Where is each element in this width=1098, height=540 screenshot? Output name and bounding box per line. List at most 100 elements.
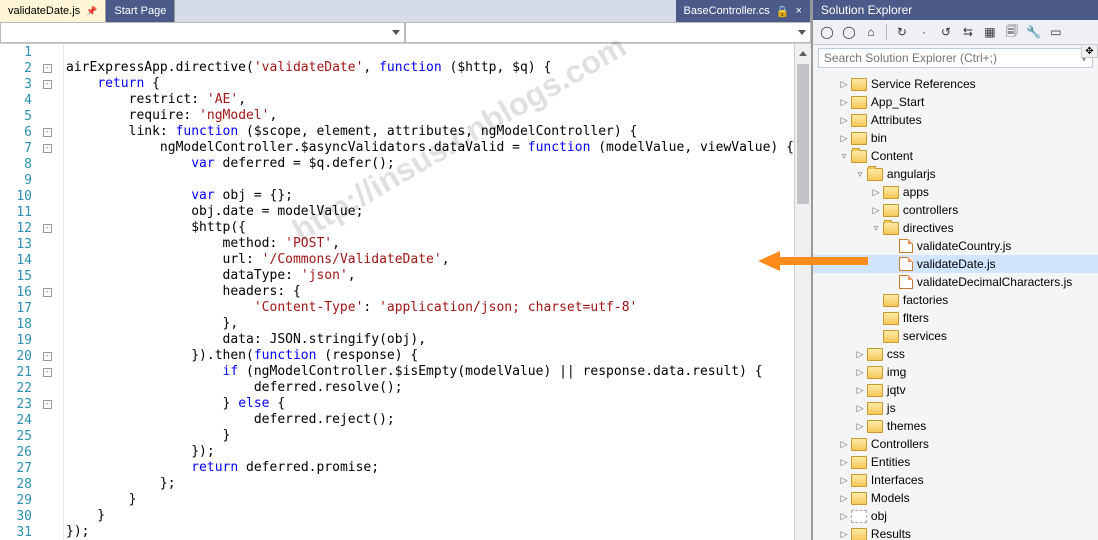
chevron-right-icon[interactable]: ▷	[837, 115, 851, 126]
code-line[interactable]: var obj = {};	[66, 188, 794, 204]
search-input[interactable]	[824, 51, 1081, 65]
chevron-right-icon[interactable]: ▷	[837, 97, 851, 108]
refresh-icon[interactable]: ↺	[937, 23, 955, 41]
chevron-right-icon[interactable]: ▷	[837, 529, 851, 540]
vertical-scrollbar[interactable]	[794, 44, 811, 540]
home-icon[interactable]: ⌂	[862, 23, 880, 41]
tree-node-apps[interactable]: ▷apps	[813, 183, 1098, 201]
scope-dropdown[interactable]	[0, 22, 405, 43]
chevron-right-icon[interactable]: ▷	[837, 457, 851, 468]
code-line[interactable]: }	[66, 492, 794, 508]
show-all-icon[interactable]: ▦	[981, 23, 999, 41]
tree-node-obj[interactable]: ▷obj	[813, 507, 1098, 525]
chevron-down-icon[interactable]: ▿	[869, 223, 883, 234]
forward-icon[interactable]: ◯	[840, 23, 858, 41]
chevron-right-icon[interactable]: ▷	[837, 475, 851, 486]
tree-node-app-start[interactable]: ▷App_Start	[813, 93, 1098, 111]
tree-node-js[interactable]: ▷js	[813, 399, 1098, 417]
code-line[interactable]: } else {	[66, 396, 794, 412]
tree-node-angularjs[interactable]: ▿angularjs	[813, 165, 1098, 183]
code-line[interactable]: $http({	[66, 220, 794, 236]
code-line[interactable]: restrict: 'AE',	[66, 92, 794, 108]
fold-toggle[interactable]: -	[43, 224, 52, 233]
fold-toggle[interactable]: -	[43, 352, 52, 361]
chevron-right-icon[interactable]: ▷	[837, 493, 851, 504]
code-line[interactable]: return {	[66, 76, 794, 92]
tree-node-flters[interactable]: ▷flters	[813, 309, 1098, 327]
tree-node-img[interactable]: ▷img	[813, 363, 1098, 381]
tree-node-controllers[interactable]: ▷Controllers	[813, 435, 1098, 453]
tree-node-validatedate-js[interactable]: ▷validateDate.js	[813, 255, 1098, 273]
code-line[interactable]: deferred.resolve();	[66, 380, 794, 396]
chevron-right-icon[interactable]: ▷	[869, 205, 883, 216]
code-line[interactable]	[66, 44, 794, 60]
solution-search[interactable]: ▾	[818, 48, 1093, 68]
chevron-right-icon[interactable]: ▷	[837, 511, 851, 522]
tree-node-entities[interactable]: ▷Entities	[813, 453, 1098, 471]
chevron-right-icon[interactable]: ▷	[837, 439, 851, 450]
chevron-right-icon[interactable]: ▷	[853, 367, 867, 378]
tab-start-page[interactable]: Start Page	[106, 0, 175, 22]
code-line[interactable]: },	[66, 316, 794, 332]
chevron-right-icon[interactable]: ▷	[853, 385, 867, 396]
chevron-right-icon[interactable]: ▷	[869, 187, 883, 198]
chevron-right-icon[interactable]: ▷	[837, 79, 851, 90]
properties-icon[interactable]: 🔧	[1025, 23, 1043, 41]
chevron-down-icon[interactable]: ▿	[837, 151, 851, 162]
fold-toggle[interactable]: -	[43, 64, 52, 73]
fold-toggle[interactable]: -	[43, 144, 52, 153]
code-line[interactable]: airExpressApp.directive('validateDate', …	[66, 60, 794, 76]
code-line[interactable]: var deferred = $q.defer();	[66, 156, 794, 172]
tree-node-interfaces[interactable]: ▷Interfaces	[813, 471, 1098, 489]
tree-node-bin[interactable]: ▷bin	[813, 129, 1098, 147]
tree-node-models[interactable]: ▷Models	[813, 489, 1098, 507]
collapse-icon[interactable]: ⇆	[959, 23, 977, 41]
fold-toggle[interactable]: -	[43, 368, 52, 377]
tree-node-services[interactable]: ▷services	[813, 327, 1098, 345]
code-line[interactable]: ngModelController.$asyncValidators.dataV…	[66, 140, 794, 156]
tree-node-factories[interactable]: ▷factories	[813, 291, 1098, 309]
code-line[interactable]: 'Content-Type': 'application/json; chars…	[66, 300, 794, 316]
tab-base-controller[interactable]: BaseController.cs🔒×	[676, 0, 811, 22]
close-icon[interactable]: ×	[795, 5, 801, 17]
tree-node-jqtv[interactable]: ▷jqtv	[813, 381, 1098, 399]
code-line[interactable]: }	[66, 428, 794, 444]
fold-toggle[interactable]: -	[43, 128, 52, 137]
code-editor[interactable]: 12-3-456-7-89101112-13141516-17181920-21…	[0, 44, 811, 540]
code-line[interactable]: });	[66, 444, 794, 460]
pin-icon[interactable]: 📌	[86, 6, 97, 17]
solution-tree[interactable]: ▷Service References▷App_Start▷Attributes…	[813, 71, 1098, 540]
chevron-right-icon[interactable]: ▷	[853, 421, 867, 432]
code-line[interactable]: link: function ($scope, element, attribu…	[66, 124, 794, 140]
tree-node-results[interactable]: ▷Results	[813, 525, 1098, 540]
tree-node-controllers[interactable]: ▷controllers	[813, 201, 1098, 219]
code-line[interactable]: method: 'POST',	[66, 236, 794, 252]
pending-icon[interactable]: ·	[915, 23, 933, 41]
member-dropdown[interactable]	[405, 22, 810, 43]
chevron-down-icon[interactable]: ▿	[853, 169, 867, 180]
code-line[interactable]: obj.date = modelValue;	[66, 204, 794, 220]
preview-icon[interactable]: ▭	[1047, 23, 1065, 41]
code-line[interactable]: }).then(function (response) {	[66, 348, 794, 364]
code-line[interactable]: if (ngModelController.$isEmpty(modelValu…	[66, 364, 794, 380]
sync-icon[interactable]: ↻	[893, 23, 911, 41]
code-line[interactable]: require: 'ngModel',	[66, 108, 794, 124]
tree-node-css[interactable]: ▷css	[813, 345, 1098, 363]
fold-toggle[interactable]: -	[43, 288, 52, 297]
fold-toggle[interactable]: -	[43, 400, 52, 409]
tree-node-service-references[interactable]: ▷Service References	[813, 75, 1098, 93]
code-line[interactable]: url: '/Commons/ValidateDate',	[66, 252, 794, 268]
code-line[interactable]: }	[66, 508, 794, 524]
code-line[interactable]: });	[66, 524, 794, 540]
tree-node-content[interactable]: ▿Content	[813, 147, 1098, 165]
code-line[interactable]: deferred.reject();	[66, 412, 794, 428]
code-line[interactable]	[66, 172, 794, 188]
code-line[interactable]: data: JSON.stringify(obj),	[66, 332, 794, 348]
chevron-right-icon[interactable]: ▷	[853, 403, 867, 414]
code-line[interactable]: };	[66, 476, 794, 492]
back-icon[interactable]: ◯	[818, 23, 836, 41]
scroll-thumb[interactable]	[797, 64, 809, 204]
show-files-icon[interactable]: 🗐	[1003, 23, 1021, 41]
tree-node-themes[interactable]: ▷themes	[813, 417, 1098, 435]
tree-node-directives[interactable]: ▿directives	[813, 219, 1098, 237]
